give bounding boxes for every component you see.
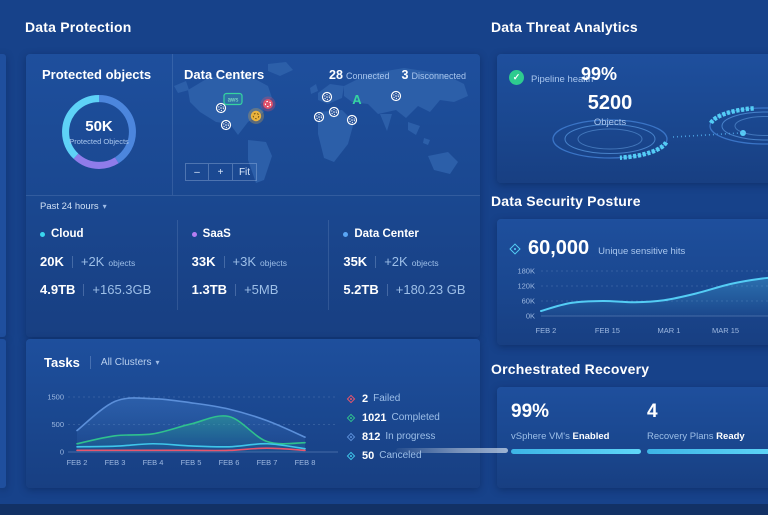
legend-item-completed[interactable]: 1021Completed: [348, 408, 440, 427]
stat-col-data-center: Data Center 35K+2Kobjects 5.2TB+180.23 G…: [328, 220, 480, 310]
connected-label: Connected: [346, 71, 390, 81]
site-marker: [323, 93, 332, 102]
svg-text:1500: 1500: [47, 393, 64, 402]
protected-objects-donut: 50K Protected Objects: [55, 88, 143, 176]
svg-text:FEB 2: FEB 2: [535, 326, 556, 335]
sensitive-hits-value: 60,000: [528, 237, 589, 260]
svg-text:FEB 3: FEB 3: [105, 458, 126, 467]
past-24-hours-dropdown[interactable]: Past 24 hours▾: [40, 201, 107, 212]
aws-badge[interactable]: aws: [224, 94, 242, 105]
vsphere-enabled-value: 99%: [511, 401, 641, 423]
playback-scrubber[interactable]: [396, 448, 508, 453]
section-title-security-posture: Data Security Posture: [491, 193, 641, 209]
svg-text:120K: 120K: [517, 282, 535, 291]
recovery-plans-label: Recovery Plans: [647, 431, 716, 442]
vsphere-recovery-stat: 99% vSphere VM's Enabled: [511, 401, 641, 454]
cluster-filter-dropdown[interactable]: All Clusters▾: [101, 357, 160, 368]
protected-objects-value: 50K: [85, 118, 113, 135]
recovery-plans-stat: 4 Recovery Plans Ready4: [647, 401, 768, 454]
offscreen-card-edge-bottom: [0, 339, 6, 488]
legend-item-in-progress[interactable]: 812In progress: [348, 427, 440, 446]
svg-text:FEB 2: FEB 2: [67, 458, 88, 467]
svg-text:FEB 8: FEB 8: [295, 458, 316, 467]
pipeline-objects-value: 5200: [497, 92, 723, 115]
vsphere-progress-bar: [511, 449, 641, 454]
dashboard: Data Protection Protected objects 50K Pr…: [0, 0, 768, 515]
recovery-plans-value: 4: [647, 401, 768, 423]
security-posture-card: 60,000 Unique sensitive hits 0K 60K 120K 18…: [497, 219, 768, 345]
bottom-strip: [0, 504, 768, 515]
tasks-card: Tasks All Clusters▾ 1500 500 0FEB 2 FEB 3 FE…: [26, 339, 480, 488]
divider: [26, 195, 480, 196]
tasks-title: Tasks: [44, 355, 80, 370]
svg-text:FEB 7: FEB 7: [257, 458, 278, 467]
svg-text:MAR 15: MAR 15: [712, 326, 739, 335]
hits-diamond-icon: [509, 243, 520, 254]
data-centers-stats: 28Connected 3Disconnected: [329, 66, 466, 84]
sensitive-hits-label: Unique sensitive hits: [598, 246, 685, 257]
divider: [90, 356, 91, 369]
chevron-down-icon: ▾: [103, 202, 107, 211]
data-centers-title: Data Centers: [184, 67, 264, 82]
section-title-orchestrated-recovery: Orchestrated Recovery: [491, 361, 649, 377]
saas-dot-icon: [192, 232, 197, 237]
in-progress-diamond-icon: [347, 432, 355, 440]
map-zoom-in-button[interactable]: +: [209, 163, 233, 181]
protected-objects-label: Protected Objects: [69, 137, 129, 146]
site-marker: [392, 92, 401, 101]
stat-col-cloud: Cloud 20K+2Kobjects 4.9TB+165.3GB: [26, 220, 177, 310]
svg-text:MAR 1: MAR 1: [657, 326, 680, 335]
map-zoom-out-button[interactable]: –: [185, 163, 209, 181]
svg-text:60K: 60K: [522, 297, 535, 306]
data-protection-card: Protected objects 50K Protected Objects …: [26, 54, 480, 337]
site-marker: [222, 121, 231, 130]
orchestrated-recovery-card: 99% vSphere VM's Enabled 4 Recovery Plan…: [497, 387, 768, 488]
connected-count: 28: [329, 68, 343, 82]
recovery-plans-progress-bar: [647, 449, 768, 454]
failed-diamond-icon: [347, 394, 355, 402]
vsphere-label: vSphere VM's: [511, 431, 572, 442]
map-fit-button[interactable]: Fit: [233, 163, 257, 181]
svg-text:500: 500: [51, 420, 64, 429]
stat-col-saas: SaaS 33K+3Kobjects 1.3TB+5MB: [177, 220, 329, 310]
site-marker-warning[interactable]: [248, 108, 264, 124]
site-marker-alert[interactable]: [261, 97, 276, 112]
canceled-diamond-icon: [347, 451, 355, 459]
svg-text:0: 0: [60, 448, 64, 457]
svg-text:180K: 180K: [517, 267, 535, 276]
sensitive-hits-area-chart: 0K 60K 120K 180K FEB 2 FEB 15 MAR 1 MAR 15: [505, 267, 768, 341]
svg-text:0K: 0K: [526, 312, 535, 321]
site-marker: [348, 116, 357, 125]
cloud-dot-icon: [40, 232, 45, 237]
svg-text:FEB 5: FEB 5: [181, 458, 202, 467]
legend-item-failed[interactable]: 2Failed: [348, 389, 440, 408]
offscreen-card-edge-top: [0, 54, 6, 337]
section-title-threat-analytics: Data Threat Analytics: [491, 19, 638, 35]
tasks-legend: 2Failed 1021Completed 812In progress 50C…: [348, 389, 440, 465]
data-center-dot-icon: [343, 232, 348, 237]
site-marker: [217, 104, 226, 113]
protected-objects-title: Protected objects: [42, 67, 151, 82]
svg-text:FEB 6: FEB 6: [219, 458, 240, 467]
site-marker: [315, 113, 324, 122]
pipeline-objects-label: Objects: [497, 117, 723, 128]
map-zoom-controls: – + Fit: [185, 163, 257, 181]
site-marker: [330, 108, 339, 117]
aws-badge-label: aws: [228, 98, 239, 104]
tasks-line-chart: 1500 500 0FEB 2 FEB 3 FEB 4 FEB 5 FEB 6 FEB 7 FE…: [38, 379, 358, 479]
svg-text:FEB 4: FEB 4: [143, 458, 164, 467]
threat-analytics-card: ✓ Pipeline health 99% 5200 Objects: [497, 54, 768, 183]
completed-diamond-icon: [347, 413, 355, 421]
recovery-plans-state: Ready: [716, 431, 745, 442]
chevron-down-icon: ▾: [155, 358, 159, 367]
vsphere-state: Enabled: [572, 431, 609, 442]
disconnected-label: Disconnected: [411, 71, 466, 81]
section-title-data-protection: Data Protection: [25, 19, 131, 35]
disconnected-count: 3: [402, 68, 409, 82]
workload-stats: Cloud 20K+2Kobjects 4.9TB+165.3GB SaaS 3…: [26, 220, 480, 310]
svg-text:FEB 15: FEB 15: [595, 326, 620, 335]
azure-badge[interactable]: A: [352, 92, 362, 107]
